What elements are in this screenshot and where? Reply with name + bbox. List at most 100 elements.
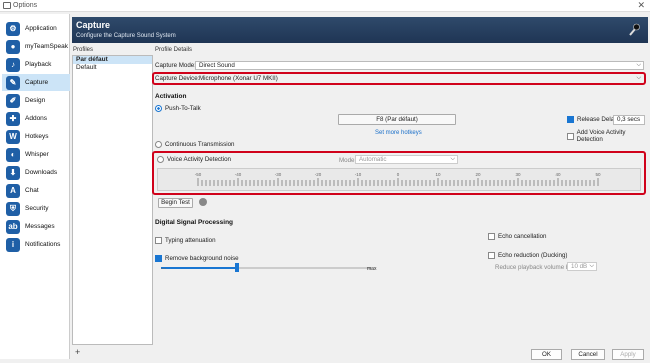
mode-select[interactable]: Automatic ⌵ (355, 155, 458, 164)
speaker-icon: ♪ (6, 57, 20, 72)
sidebar-item-notifications[interactable]: i Notifications (2, 236, 70, 253)
continuous-option[interactable]: Continuous Transmission (155, 141, 234, 148)
noise-slider[interactable] (161, 263, 371, 272)
hotkey-button[interactable]: F8 (Par défaut) (338, 114, 456, 125)
profile-details-heading: Profile Details (155, 47, 193, 53)
add-vad-checkbox[interactable] (567, 132, 574, 140)
sidebar-item-label: Whisper (25, 151, 49, 158)
sidebar-item-label: Playback (25, 61, 52, 68)
add-vad-option[interactable]: Add Voice Activity Detection (567, 129, 648, 143)
remove-noise-label: Remove background noise (165, 255, 239, 262)
release-delay-label: Release Delay (577, 116, 618, 123)
sidebar-item-addons[interactable]: ✚ Addons (2, 110, 70, 127)
vad-radio[interactable] (157, 156, 164, 163)
sidebar-item-label: Messages (25, 223, 55, 230)
meter-scale-label: 20 (475, 172, 481, 177)
page-header: Capture Configure the Capture Sound Syst… (72, 17, 648, 43)
continuous-radio[interactable] (155, 141, 162, 148)
title-bar: Options ✕ (0, 0, 650, 12)
vad-option[interactable]: Voice Activity Detection (157, 156, 231, 163)
sidebar-item-playback[interactable]: ♪ Playback (2, 56, 70, 73)
begin-test-button[interactable]: Begin Test (158, 198, 193, 208)
echo-reduction-label: Echo reduction (Ducking) (498, 252, 568, 259)
apply-button[interactable]: Apply (612, 349, 644, 360)
chevron-down-icon: ⌵ (450, 156, 455, 162)
user-icon: ● (6, 39, 20, 54)
sidebar-item-label: Chat (25, 187, 39, 194)
sidebar-item-label: Capture (25, 79, 49, 86)
puzzle-icon: ✚ (6, 111, 20, 126)
remove-noise-checkbox[interactable] (155, 255, 162, 262)
slider-handle[interactable] (235, 263, 239, 272)
remove-noise-option[interactable]: Remove background noise (155, 255, 239, 262)
sidebar-item-label: Hotkeys (25, 133, 49, 140)
echo-cancel-checkbox[interactable] (488, 233, 495, 240)
download-icon: ⬇ (6, 165, 20, 180)
sidebar-item-label: myTeamSpeak (25, 43, 68, 50)
sidebar-item-downloads[interactable]: ⬇ Downloads (2, 164, 70, 181)
sidebar-item-messages[interactable]: ab Messages (2, 218, 70, 235)
vad-highlight: Voice Activity Detection Mode Automatic … (152, 151, 646, 195)
release-delay-value: 0,3 secs (617, 116, 641, 123)
profile-item[interactable]: Default (73, 64, 152, 72)
window-icon (3, 2, 11, 9)
add-profile-button[interactable]: + (75, 347, 80, 357)
profiles-heading: Profiles (73, 47, 94, 53)
echo-cancel-option[interactable]: Echo cancellation (488, 233, 547, 240)
meter-scale-label: 40 (555, 172, 561, 177)
shield-icon: ⛨ (6, 201, 20, 216)
message-icon: ab (6, 219, 20, 234)
release-delay-option[interactable]: Release Delay (567, 116, 617, 123)
typing-option[interactable]: Typing attenuation (155, 237, 216, 244)
typing-checkbox[interactable] (155, 237, 162, 244)
echo-reduction-checkbox[interactable] (488, 252, 495, 259)
capture-mode-value: Direct Sound (199, 62, 235, 69)
ptt-radio[interactable] (155, 105, 162, 112)
capture-mode-select[interactable]: Direct Sound ⌵ (195, 61, 644, 70)
sidebar-item-label: Design (25, 97, 46, 104)
whisper-icon: ◐ (6, 147, 20, 162)
set-more-hotkeys-link[interactable]: Set more hotkeys (375, 130, 422, 136)
keyboard-icon: W (6, 129, 20, 144)
ok-button[interactable]: OK (531, 349, 562, 360)
dsp-heading: Digital Signal Processing (155, 219, 234, 226)
sidebar-item-hotkeys[interactable]: W Hotkeys (2, 128, 70, 145)
window-title: Options (13, 2, 38, 9)
cancel-button[interactable]: Cancel (571, 349, 605, 360)
gear-icon: ⚙ (6, 21, 20, 36)
sidebar-item-whisper[interactable]: ◐ Whisper (2, 146, 70, 163)
mode-label: Mode (339, 157, 355, 164)
test-indicator-icon (199, 198, 207, 206)
meter-scale-label: -10 (355, 172, 362, 177)
main-panel: Capture Configure the Capture Sound Syst… (72, 14, 648, 359)
capture-device-value: Microphone (Xonar U7 MKII) (199, 75, 278, 82)
vad-level-meter[interactable]: -50 -40 -30 -20 -10 0 10 20 30 40 50 (157, 168, 641, 191)
sidebar-item-application[interactable]: ⚙ Application (2, 20, 70, 37)
profile-item[interactable]: Par défaut (73, 56, 152, 64)
activation-heading: Activation (155, 93, 187, 100)
info-icon: i (6, 237, 20, 252)
close-window-button[interactable]: ✕ (637, 0, 645, 11)
capture-device-select[interactable]: Microphone (Xonar U7 MKII) ⌵ (195, 74, 644, 83)
sidebar-item-chat[interactable]: A Chat (2, 182, 70, 199)
reduce-volume-value: 10 dB (571, 263, 588, 270)
release-delay-spinner[interactable]: 0,3 secs (613, 115, 645, 125)
microphone-icon (629, 23, 640, 36)
sidebar-item-security[interactable]: ⛨ Security (2, 200, 70, 217)
reduce-volume-label: Reduce playback volume by: (495, 264, 575, 271)
echo-reduction-option[interactable]: Echo reduction (Ducking) (488, 252, 567, 259)
release-delay-checkbox[interactable] (567, 116, 574, 123)
ptt-option[interactable]: Push-To-Talk (155, 105, 201, 112)
sidebar-item-capture[interactable]: ✎ Capture (2, 74, 70, 91)
chevron-down-icon: ⌵ (589, 263, 594, 269)
profile-details: Capture Mode: Direct Sound ⌵ Capture Dev… (152, 55, 648, 345)
capture-device-label: Capture Device: (155, 75, 200, 82)
sidebar-item-label: Downloads (25, 169, 58, 176)
sidebar-item-design[interactable]: ✐ Design (2, 92, 70, 109)
sidebar-item-myteamspeak[interactable]: ● myTeamSpeak (2, 38, 70, 55)
reduce-volume-select[interactable]: 10 dB ⌵ (567, 262, 597, 271)
ptt-label: Push-To-Talk (165, 105, 201, 112)
page-title: Capture (76, 20, 111, 30)
microphone-icon: ✎ (6, 75, 20, 90)
slider-max-label: max (367, 266, 377, 272)
